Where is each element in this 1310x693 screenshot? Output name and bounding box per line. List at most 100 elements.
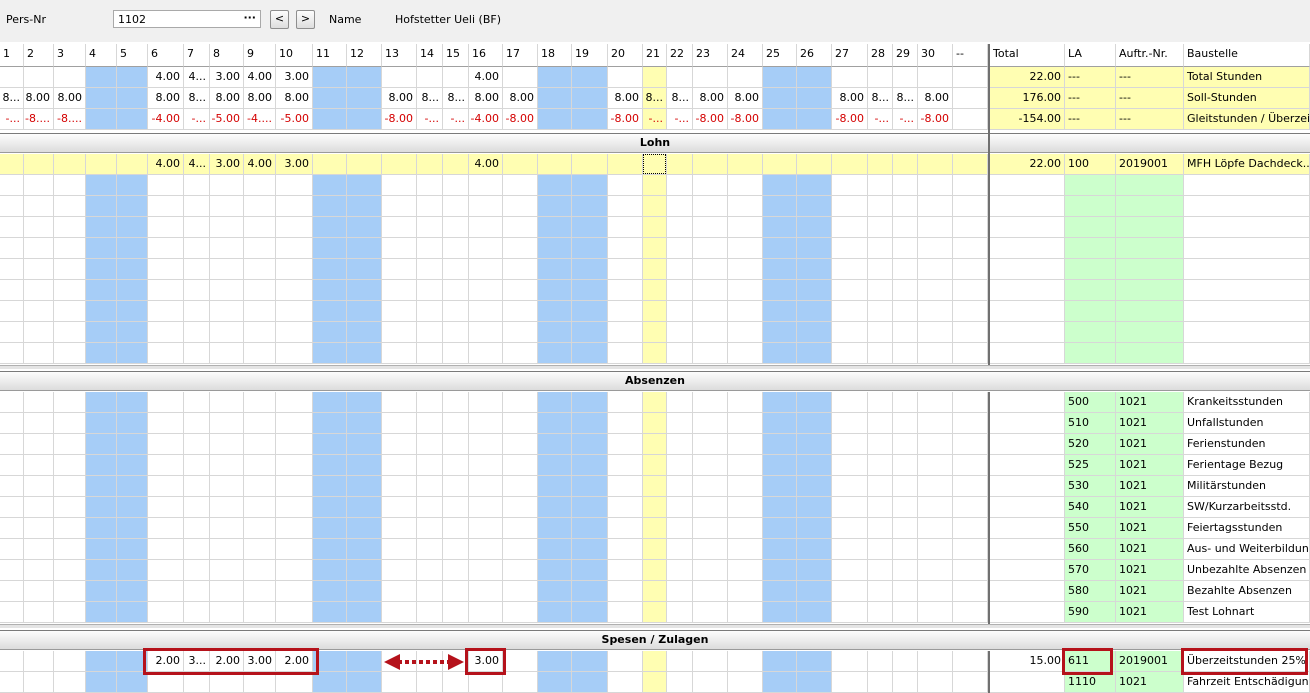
day-cell[interactable] xyxy=(54,67,86,88)
day-cell[interactable] xyxy=(443,476,469,497)
day-cell[interactable] xyxy=(86,238,117,259)
day-cell[interactable] xyxy=(54,343,86,364)
la-cell[interactable]: 525 xyxy=(1065,455,1116,476)
day-cell[interactable] xyxy=(347,651,382,672)
day-cell[interactable] xyxy=(918,672,953,693)
day-cell[interactable] xyxy=(210,259,244,280)
auftr-nr-cell[interactable] xyxy=(1116,301,1184,322)
day-cell[interactable] xyxy=(572,455,608,476)
column-header-day-30[interactable]: 30 xyxy=(918,44,953,67)
day-cell[interactable] xyxy=(538,602,572,623)
day-cell[interactable] xyxy=(0,539,24,560)
day-cell[interactable] xyxy=(918,602,953,623)
day-cell[interactable] xyxy=(538,238,572,259)
day-cell[interactable] xyxy=(893,175,918,196)
day-cell[interactable] xyxy=(210,322,244,343)
day-cell[interactable]: -... xyxy=(643,109,667,130)
focused-cell[interactable] xyxy=(643,154,666,174)
column-header-day-4[interactable]: 4 xyxy=(86,44,117,67)
day-cell[interactable] xyxy=(832,434,868,455)
day-cell[interactable] xyxy=(643,238,667,259)
day-cell[interactable] xyxy=(643,392,667,413)
day-cell[interactable] xyxy=(503,343,538,364)
day-cell[interactable] xyxy=(538,497,572,518)
day-cell[interactable] xyxy=(893,651,918,672)
day-cell[interactable] xyxy=(469,455,503,476)
day-cell[interactable] xyxy=(0,217,24,238)
baustelle-cell[interactable] xyxy=(1184,280,1310,301)
day-cell[interactable] xyxy=(797,476,832,497)
day-cell[interactable] xyxy=(572,259,608,280)
day-cell[interactable] xyxy=(86,301,117,322)
la-cell[interactable]: 510 xyxy=(1065,413,1116,434)
day-cell[interactable] xyxy=(608,343,643,364)
day-cell[interactable] xyxy=(693,497,728,518)
day-cell[interactable] xyxy=(184,175,210,196)
auftr-nr-cell[interactable] xyxy=(1116,259,1184,280)
day-cell[interactable] xyxy=(0,259,24,280)
day-cell[interactable] xyxy=(953,109,988,130)
day-cell[interactable] xyxy=(572,343,608,364)
la-cell[interactable]: --- xyxy=(1065,67,1116,88)
day-cell[interactable] xyxy=(643,539,667,560)
day-cell[interactable] xyxy=(382,154,417,175)
day-cell[interactable] xyxy=(469,175,503,196)
day-cell[interactable] xyxy=(417,539,443,560)
day-cell[interactable] xyxy=(24,455,54,476)
day-cell[interactable] xyxy=(117,175,148,196)
day-cell[interactable]: 8.00 xyxy=(832,88,868,109)
day-cell[interactable] xyxy=(469,539,503,560)
day-cell[interactable] xyxy=(469,322,503,343)
day-cell[interactable] xyxy=(918,518,953,539)
day-cell[interactable] xyxy=(797,560,832,581)
day-cell[interactable] xyxy=(148,672,184,693)
day-cell[interactable] xyxy=(184,560,210,581)
baustelle-cell[interactable]: Ferienstunden xyxy=(1184,434,1310,455)
day-cell[interactable] xyxy=(893,518,918,539)
day-cell[interactable] xyxy=(763,581,797,602)
day-cell[interactable] xyxy=(763,651,797,672)
day-cell[interactable] xyxy=(832,602,868,623)
day-cell[interactable] xyxy=(184,539,210,560)
day-cell[interactable] xyxy=(503,518,538,539)
day-cell[interactable] xyxy=(608,413,643,434)
day-cell[interactable] xyxy=(0,497,24,518)
day-cell[interactable] xyxy=(608,280,643,301)
day-cell[interactable] xyxy=(693,67,728,88)
day-cell[interactable] xyxy=(728,238,763,259)
day-cell[interactable] xyxy=(0,581,24,602)
day-cell[interactable] xyxy=(347,301,382,322)
day-cell[interactable] xyxy=(503,434,538,455)
day-cell[interactable] xyxy=(572,651,608,672)
day-cell[interactable] xyxy=(24,518,54,539)
day-cell[interactable] xyxy=(503,602,538,623)
day-cell[interactable] xyxy=(643,196,667,217)
day-cell[interactable] xyxy=(797,154,832,175)
day-cell[interactable] xyxy=(417,238,443,259)
pers-nr-lookup-button[interactable]: ··· xyxy=(243,11,256,24)
auftr-nr-cell[interactable]: --- xyxy=(1116,109,1184,130)
day-cell[interactable] xyxy=(503,238,538,259)
baustelle-cell[interactable] xyxy=(1184,196,1310,217)
day-cell[interactable] xyxy=(832,392,868,413)
day-cell[interactable] xyxy=(244,497,276,518)
day-cell[interactable] xyxy=(0,651,24,672)
column-header-day-21[interactable]: 21 xyxy=(643,44,667,67)
day-cell[interactable] xyxy=(86,672,117,693)
day-cell[interactable] xyxy=(503,67,538,88)
day-cell[interactable] xyxy=(382,672,417,693)
day-cell[interactable] xyxy=(0,67,24,88)
day-cell[interactable] xyxy=(953,238,988,259)
day-cell[interactable] xyxy=(244,672,276,693)
day-cell[interactable] xyxy=(24,581,54,602)
day-cell[interactable] xyxy=(313,196,347,217)
day-cell[interactable] xyxy=(953,196,988,217)
baustelle-cell[interactable]: Gleitstunden / Überzeit xyxy=(1184,109,1310,130)
day-cell[interactable] xyxy=(572,518,608,539)
day-cell[interactable] xyxy=(832,455,868,476)
day-cell[interactable] xyxy=(86,497,117,518)
day-cell[interactable] xyxy=(443,672,469,693)
column-header-day-8[interactable]: 8 xyxy=(210,44,244,67)
day-cell[interactable] xyxy=(893,343,918,364)
day-cell[interactable]: 8.00 xyxy=(24,88,54,109)
